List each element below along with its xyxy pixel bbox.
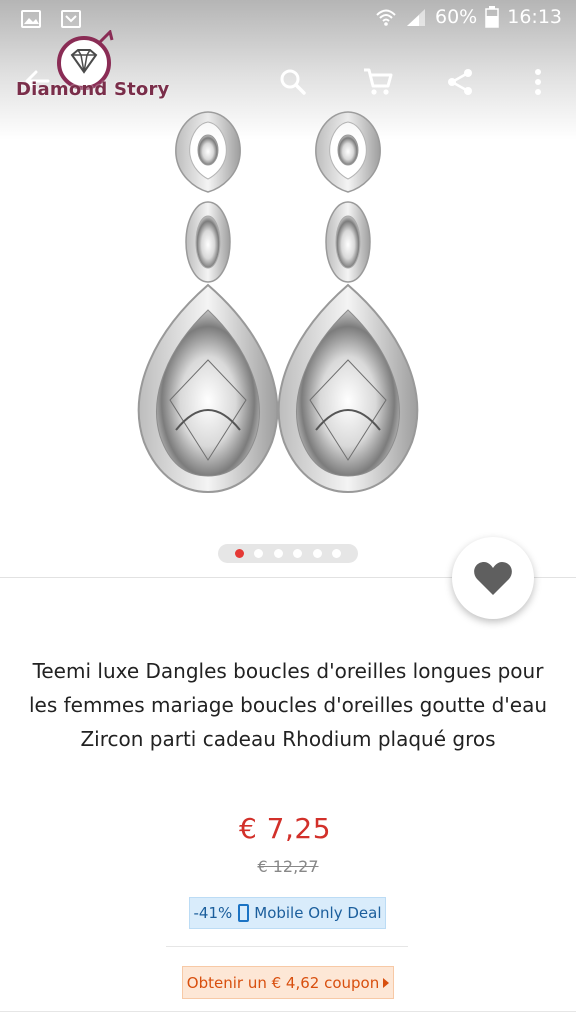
original-price: € 12,27 <box>257 857 319 876</box>
deal-label: Mobile Only Deal <box>254 904 382 922</box>
phone-icon <box>238 904 250 922</box>
wifi-icon <box>376 9 396 26</box>
pager-dot[interactable] <box>273 549 283 558</box>
signal-icon <box>407 9 425 26</box>
mobile-deal-badge: -41% Mobile Only Deal <box>189 897 386 929</box>
cart-button[interactable] <box>360 64 396 100</box>
search-icon <box>280 69 306 95</box>
pager-dot[interactable] <box>312 549 322 558</box>
more-button[interactable] <box>520 64 556 100</box>
brand-name[interactable]: Diamond Story <box>16 79 170 100</box>
favorite-button[interactable] <box>452 537 534 619</box>
image-pager[interactable] <box>218 544 358 563</box>
battery-percent: 60% <box>435 6 478 28</box>
search-button[interactable] <box>275 64 311 100</box>
more-vert-icon <box>535 69 541 95</box>
pager-dot[interactable] <box>234 549 244 558</box>
pager-dot[interactable] <box>293 549 303 558</box>
image-icon <box>21 10 41 28</box>
toolbar: Diamond Story <box>0 30 576 124</box>
clock: 16:13 <box>507 6 562 28</box>
product-image[interactable] <box>0 100 576 520</box>
share-icon <box>448 69 472 95</box>
divider <box>166 946 408 947</box>
discount-percent: -41% <box>193 904 233 922</box>
product-title: Teemi luxe Dangles boucles d'oreilles lo… <box>28 659 548 751</box>
notification-icon <box>61 10 81 28</box>
coupon-button[interactable]: Obtenir un € 4,62 coupon <box>182 966 394 999</box>
pager-dot[interactable] <box>332 549 342 558</box>
pager-dot[interactable] <box>254 549 264 558</box>
chevron-right-icon <box>383 977 390 988</box>
share-button[interactable] <box>442 64 478 100</box>
heart-icon <box>474 562 512 595</box>
earring-left <box>137 111 279 494</box>
cart-icon <box>364 68 393 95</box>
coupon-label: Obtenir un € 4,62 coupon <box>186 973 380 992</box>
product-price: € 7,25 <box>238 812 332 845</box>
battery-icon <box>485 6 499 28</box>
divider <box>0 1011 576 1012</box>
earring-right <box>277 111 419 494</box>
